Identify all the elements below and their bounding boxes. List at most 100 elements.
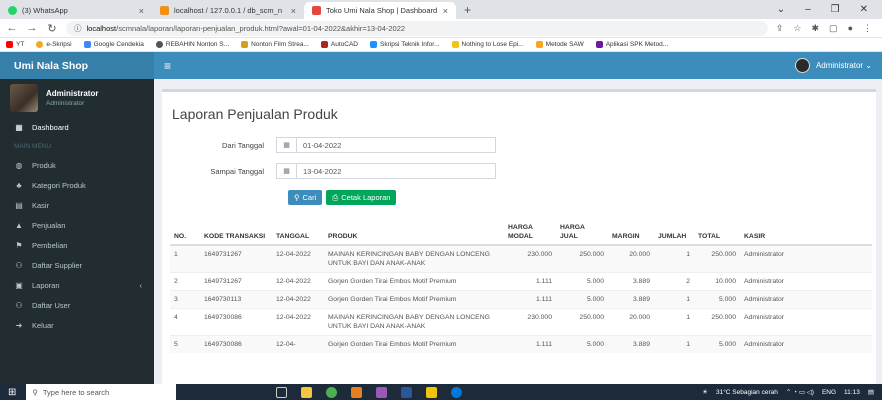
cell-no: 3 <box>170 290 200 309</box>
cell-harga-modal: 1.111 <box>504 272 556 291</box>
tray-icons[interactable]: ⌃ ◔ ▭ ◁) <box>786 388 814 396</box>
sidebar-item-daftar-user[interactable]: ⚇ Daftar User <box>0 295 154 315</box>
tab-phpmyadmin[interactable]: localhost / 127.0.0.1 / db_scm_n × <box>152 2 304 19</box>
cell-kasir: Administrator <box>740 308 872 336</box>
th-no: NO. <box>170 220 200 246</box>
brand-logo[interactable]: Umi Nala Shop <box>0 52 154 79</box>
cell-no: 4 <box>170 308 200 336</box>
star-icon[interactable]: ☆ <box>793 23 801 34</box>
sidebar-toggle-icon[interactable]: ▢ <box>829 23 838 34</box>
close-tab-icon[interactable]: × <box>291 6 296 16</box>
bookmark-rebahin[interactable]: REBAHIN Nonton S... <box>155 41 229 48</box>
dari-tanggal-field[interactable]: ▦ 01-04-2022 <box>276 137 496 153</box>
sidebar-item-produk[interactable]: ◍ Produk <box>0 155 154 175</box>
cell-jumlah: 1 <box>654 308 694 336</box>
share-icon[interactable]: ⇪ <box>776 23 784 34</box>
sticky-icon[interactable] <box>426 386 438 398</box>
editor-icon[interactable] <box>351 386 363 398</box>
sidebar-item-laporan[interactable]: ▣ Laporan ‹ <box>0 275 154 295</box>
cell-tanggal: 12-04-2022 <box>272 272 324 291</box>
cell-produk: Gorjen Gorden Tirai Embos Motif Premium <box>324 272 504 291</box>
admin-label: Administrator ⌄ <box>815 61 872 70</box>
cell-kode: 1649731267 <box>200 244 272 273</box>
cell-harga-jual: 250.000 <box>556 244 608 273</box>
profile-icon[interactable]: ● <box>848 23 853 34</box>
reload-icon[interactable]: ↻ <box>46 22 58 35</box>
supplier-icon: ⚇ <box>15 260 23 270</box>
close-window-icon[interactable]: ✕ <box>860 4 868 15</box>
word-icon[interactable] <box>401 386 413 398</box>
penjualan-icon: ▲ <box>15 220 23 230</box>
phpmyadmin-icon <box>160 6 169 15</box>
language[interactable]: ENG <box>822 389 836 396</box>
scholar-icon <box>83 41 91 48</box>
cari-button[interactable]: ⚲ Cari <box>288 190 323 205</box>
window-controls: ⌄ – ❐ ✕ <box>763 4 882 19</box>
cell-tanggal: 12-04- <box>272 335 324 353</box>
sidebar-item-dashboard[interactable]: ▦ Dashboard <box>0 117 154 137</box>
bookmark-skripsi-teknik[interactable]: Skripsi Teknik Infor... <box>370 41 440 48</box>
bookmark-google-cendekia[interactable]: Google Cendekia <box>83 41 144 48</box>
sidebar-item-penjualan[interactable]: ▲ Penjualan <box>0 215 154 235</box>
avatar <box>10 84 38 112</box>
chrome-icon[interactable] <box>326 386 338 398</box>
bookmark-autocad[interactable]: AutoCAD <box>320 41 358 48</box>
hamburger-icon[interactable]: ≡ <box>164 59 171 73</box>
forward-icon[interactable]: → <box>26 22 38 34</box>
url-field[interactable]: ⓘ localhost/scmnala/laporan/laporan-penj… <box>66 20 768 36</box>
sidebar-item-daftar-supplier[interactable]: ⚇ Daftar Supplier <box>0 255 154 275</box>
task-view-icon[interactable] <box>276 386 288 398</box>
weather-text[interactable]: 31°C Sebagian cerah <box>716 389 778 396</box>
table-row: 1 1649731267 12-04-2022 MAINAN KERINCING… <box>170 244 872 273</box>
cell-total: 250.000 <box>694 308 740 336</box>
table-header-row: NO. KODE TRANSAKSI TANGGAL PRODUK HARGA … <box>170 220 872 246</box>
cell-harga-jual: 5.000 <box>556 335 608 353</box>
tab-dashboard[interactable]: Toko Umi Nala Shop | Dashboard × <box>304 2 456 19</box>
cell-kasir: Administrator <box>740 244 872 273</box>
sampai-tanggal-field[interactable]: ▦ 13-04-2022 <box>276 163 496 179</box>
sampai-tanggal-row: Sampai Tanggal ▦ 13-04-2022 <box>170 163 496 179</box>
shop-icon <box>312 6 321 15</box>
bookmark-yt[interactable]: YT <box>6 41 24 48</box>
sidebar-item-kasir[interactable]: ▤ Kasir <box>0 195 154 215</box>
tab-search-icon[interactable]: ⌄ <box>777 4 785 15</box>
taskbar-search[interactable]: ⚲ Type here to search <box>26 384 177 400</box>
weather-icon: ☀ <box>702 389 708 396</box>
close-tab-icon[interactable]: × <box>443 6 448 16</box>
notification-icon[interactable]: ▤ <box>868 388 874 396</box>
bookmark-aplikasi-spk[interactable]: Aplikasi SPK Metod... <box>595 41 668 48</box>
taskbar-apps <box>276 386 463 398</box>
sidebar-item-keluar[interactable]: ➜ Keluar <box>0 315 154 335</box>
minimize-icon[interactable]: – <box>805 4 811 15</box>
bookmark-eskripsi[interactable]: e-Skripsi <box>36 41 72 48</box>
close-tab-icon[interactable]: × <box>139 6 144 16</box>
edge-icon[interactable] <box>451 386 463 398</box>
table-row: 3 1649730113 12-04-2022 Gorjen Gorden Ti… <box>170 290 872 309</box>
clock[interactable]: 11:13 <box>844 389 860 396</box>
cell-total: 250.000 <box>694 244 740 273</box>
produk-icon: ◍ <box>15 160 23 170</box>
bookmark-nothing-to-lose[interactable]: Nothing to Lose Epi... <box>451 41 524 48</box>
bookmark-nonton-film[interactable]: Nonton Film Strea... <box>241 41 309 48</box>
back-icon[interactable]: ← <box>6 22 18 34</box>
file-explorer-icon[interactable] <box>301 386 313 398</box>
new-tab-button[interactable]: + <box>456 3 479 19</box>
url-path: /scmnala/laporan/laporan-penjualan_produ… <box>116 23 406 33</box>
cell-margin: 3.889 <box>608 335 654 353</box>
chevron-left-icon: ‹ <box>139 280 143 290</box>
cetak-laporan-button[interactable]: ⎙ Cetak Laporan <box>326 190 397 205</box>
menu-icon[interactable]: ⋮ <box>863 23 872 34</box>
sidebar-item-pembelian[interactable]: ⚑ Pembelian <box>0 235 154 255</box>
sidebar: Umi Nala Shop Administrator Administrato… <box>0 52 154 384</box>
admin-menu[interactable]: Administrator ⌄ <box>794 58 872 73</box>
bookmark-metode-saw[interactable]: Metode SAW <box>535 41 584 48</box>
tab-whatsapp[interactable]: (3) WhatsApp × <box>0 2 152 19</box>
app-icon[interactable] <box>376 386 388 398</box>
extensions-icon[interactable]: ✱ <box>812 23 820 34</box>
system-tray: ☀ 31°C Sebagian cerah ⌃ ◔ ▭ ◁) ENG 11:13… <box>702 388 882 397</box>
maximize-icon[interactable]: ❐ <box>831 4 840 15</box>
cell-no: 1 <box>170 244 200 273</box>
cell-tanggal: 12-04-2022 <box>272 244 324 273</box>
sidebar-item-kategori-produk[interactable]: ♣ Kategori Produk <box>0 175 154 195</box>
windows-start-icon[interactable]: ⊞ <box>8 387 16 398</box>
